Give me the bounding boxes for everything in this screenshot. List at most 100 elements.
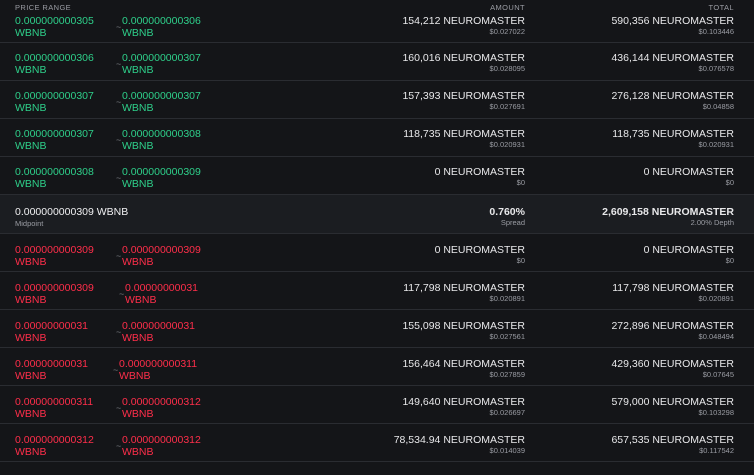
amount-value: 157,393 NEUROMASTER [402,90,525,102]
price-unit: WBNB [15,408,47,420]
price-unit: WBNB [15,178,47,190]
amount-usd: $0.014039 [489,446,525,455]
amount-value: 0 NEUROMASTER [434,244,525,256]
price-value: 0.000000000312 [122,396,201,408]
price-range-high: ~ 0.000000000312 WBNB [116,396,201,420]
price-value: 0.000000000307 [122,52,201,64]
price-range-low: 0.000000000305 WBNB [15,15,94,39]
column-header-price-range[interactable]: PRICE RANGE [15,3,71,12]
price-range-low: 0.000000000308 WBNB [15,166,94,190]
column-header-total[interactable]: TOTAL [709,3,734,12]
total-usd: $0.103446 [698,27,734,36]
total-cell: 429,360 NEUROMASTER $0.07645 [611,358,734,379]
sell-order-row[interactable]: 0.000000000312 WBNB ~ 0.000000000312 WBN… [0,424,754,462]
price-value: 0.000000000309 [122,244,201,256]
total-usd: $0.103298 [698,408,734,417]
amount-value: 154,212 NEUROMASTER [402,15,525,27]
amount-cell: 157,393 NEUROMASTER $0.027691 [402,90,525,111]
total-value: 657,535 NEUROMASTER [611,434,734,446]
price-range-low: 0.000000000306 WBNB [15,52,94,76]
amount-value: 156,464 NEUROMASTER [402,358,525,370]
total-value: 0 NEUROMASTER [643,166,734,178]
price-unit: WBNB [119,370,151,382]
price-range-low: 0.000000000309 WBNB [15,282,94,306]
amount-usd: $0.027022 [489,27,525,36]
price-unit: WBNB [15,102,47,114]
sell-order-row[interactable]: 0.00000000031 WBNB ~ 0.000000000311 WBNB… [0,348,754,386]
buy-order-row[interactable]: 0.000000000308 WBNB ~ 0.000000000309 WBN… [0,157,754,195]
total-cell: 590,356 NEUROMASTER $0.103446 [611,15,734,36]
amount-value: 155,098 NEUROMASTER [402,320,525,332]
sell-order-row[interactable]: 0.000000000309 WBNB ~ 0.000000000309 WBN… [0,234,754,272]
sell-order-row[interactable]: 0.000000000311 WBNB ~ 0.000000000312 WBN… [0,386,754,424]
amount-value: 78,534.94 NEUROMASTER [393,434,525,446]
sell-order-row[interactable]: 0.00000000031 WBNB ~ 0.00000000031 WBNB … [0,310,754,348]
range-separator: ~ [116,22,122,32]
price-range-low: 0.000000000312 WBNB [15,434,94,458]
amount-cell: 155,098 NEUROMASTER $0.027561 [402,320,525,341]
total-usd: $0.04858 [702,102,734,111]
range-separator: ~ [116,97,122,107]
total-cell: 0 NEUROMASTER $0 [644,244,734,265]
amount-cell: 118,735 NEUROMASTER $0.020931 [403,128,525,149]
column-header-amount[interactable]: AMOUNT [490,3,525,12]
price-unit: WBNB [122,64,154,76]
total-usd: $0 [725,256,734,265]
amount-value: 149,640 NEUROMASTER [402,396,525,408]
amount-cell: 149,640 NEUROMASTER $0.026697 [402,396,525,417]
price-unit: WBNB [122,102,154,114]
spread-label: Spread [500,218,525,227]
amount-value: 160,016 NEUROMASTER [402,52,525,64]
price-range-high: ~ 0.00000000031 WBNB [116,320,195,344]
amount-usd: $0 [516,178,525,187]
sell-order-row[interactable]: 0.000000000309 WBNB ~ 0.00000000031 WBNB… [0,272,754,310]
price-range-high: ~ 0.000000000309 WBNB [116,244,201,268]
price-unit: WBNB [15,256,47,268]
range-separator: ~ [116,403,122,413]
price-unit: WBNB [15,332,47,344]
amount-usd: $0.020931 [489,140,525,149]
midpoint-price: 0.000000000309 WBNB [15,206,129,218]
amount-cell: 0 NEUROMASTER $0 [435,244,525,265]
amount-cell: 154,212 NEUROMASTER $0.027022 [402,15,525,36]
total-usd: $0 [725,178,734,187]
price-range-high: ~ 0.000000000309 WBNB [116,166,201,190]
amount-cell: 156,464 NEUROMASTER $0.027859 [402,358,525,379]
price-value: 0.000000000307 [15,90,94,102]
price-unit: WBNB [122,27,154,39]
buy-order-row[interactable]: 0.000000000307 WBNB ~ 0.000000000308 WBN… [0,119,754,157]
buy-order-row[interactable]: 0.000000000306 WBNB ~ 0.000000000307 WBN… [0,43,754,81]
amount-usd: $0.027691 [489,102,525,111]
amount-usd: $0.028095 [489,64,525,73]
table-header: PRICE RANGE AMOUNT TOTAL [0,0,754,14]
price-value: 0.000000000309 [15,244,94,256]
price-range-high: ~ 0.00000000031 WBNB [119,282,198,306]
price-value: 0.00000000031 [125,282,198,294]
total-cell: 579,000 NEUROMASTER $0.103298 [611,396,734,417]
price-unit: WBNB [15,370,47,382]
range-separator: ~ [113,365,119,375]
depth-value: 2,609,158 NEUROMASTER [602,206,734,218]
total-usd: $0.076578 [698,64,734,73]
price-range-high: ~ 0.000000000306 WBNB [116,15,201,39]
total-cell: 657,535 NEUROMASTER $0.117542 [611,434,734,455]
total-cell: 118,735 NEUROMASTER $0.020931 [612,128,734,149]
amount-value: 118,735 NEUROMASTER [403,128,525,140]
price-value: 0.000000000312 [15,434,94,446]
midpoint-row: 0.000000000309 WBNB Midpoint 0.760% Spre… [0,195,754,234]
total-value: 117,798 NEUROMASTER [612,282,734,294]
price-value: 0.00000000031 [15,320,88,332]
price-value: 0.000000000306 [15,52,94,64]
amount-usd: $0.027859 [489,370,525,379]
total-usd: $0.07645 [702,370,734,379]
price-unit: WBNB [15,140,47,152]
price-unit: WBNB [122,408,154,420]
amount-cell: 78,534.94 NEUROMASTER $0.014039 [394,434,525,455]
buy-order-row[interactable]: 0.000000000307 WBNB ~ 0.000000000307 WBN… [0,81,754,119]
amount-cell: 117,798 NEUROMASTER $0.020891 [403,282,525,303]
price-unit: WBNB [15,27,47,39]
price-value: 0.00000000031 [122,320,195,332]
price-range-low: 0.000000000307 WBNB [15,128,94,152]
price-range-low: 0.000000000309 WBNB [15,244,94,268]
total-usd: $0.020891 [698,294,734,303]
